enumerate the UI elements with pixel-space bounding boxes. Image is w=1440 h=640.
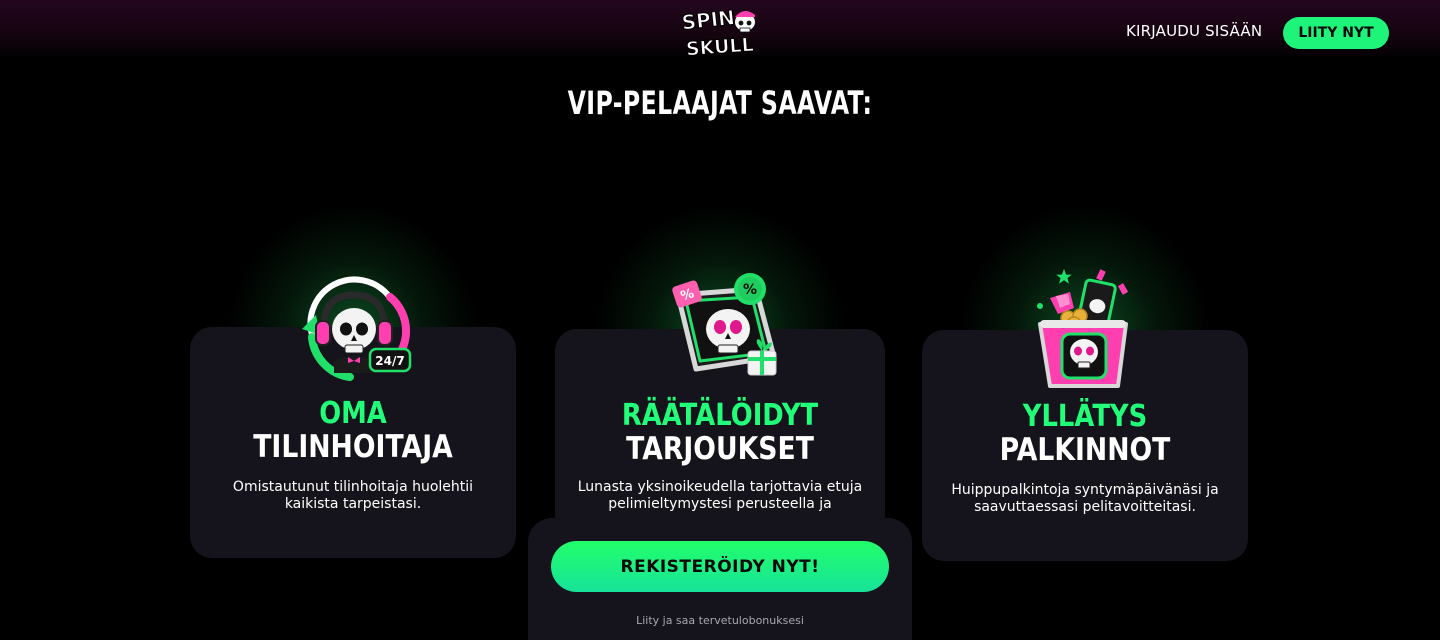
logo-skull-icon xyxy=(735,10,755,33)
register-cta-panel: REKISTERÖIDY NYT! Liity ja saa tervetulo… xyxy=(528,518,912,640)
skull-gift-basket-icon xyxy=(1022,262,1152,392)
skull-offer-tag-icon: % % xyxy=(656,265,786,395)
card-title: TILINHOITAJA xyxy=(253,429,453,465)
spinskull-logo[interactable]: SPIN SKULL xyxy=(678,4,762,62)
cta-subtext: Liity ja saa tervetulobonuksesi xyxy=(636,614,804,627)
card-title-highlight: RÄÄTÄLÖIDYT xyxy=(621,398,819,433)
login-link[interactable]: KIRJAUDU SISÄÄN xyxy=(1126,22,1262,40)
card-title-highlight: YLLÄTYS xyxy=(1022,399,1148,434)
badge-247-text: 24/7 xyxy=(375,354,404,368)
headset-skull-247-icon: 24/7 xyxy=(290,265,420,395)
card-title-highlight: OMA xyxy=(319,396,387,431)
join-now-button[interactable]: LIITY NYT xyxy=(1283,17,1389,49)
svg-text:%: % xyxy=(743,282,757,298)
logo-text-skull: SKULL xyxy=(685,34,754,61)
top-navigation-bar: SPIN SKULL KIRJAUDU SISÄÄN LIITY NYT xyxy=(0,0,1440,62)
logo-text-spin: SPIN xyxy=(681,5,736,34)
card-description: Huippupalkintoja syntymäpäivänäsi ja saa… xyxy=(951,482,1219,515)
card-title: PALKINNOT xyxy=(999,432,1171,468)
card-description: Lunasta yksinoikeudella tarjottavia etuj… xyxy=(577,479,863,512)
card-title: TARJOUKSET xyxy=(626,431,814,467)
section-title: VIP-PELAAJAT SAAVAT: xyxy=(567,84,873,122)
card-description: Omistautunut tilinhoitaja huolehtii kaik… xyxy=(232,479,474,512)
register-now-button[interactable]: REKISTERÖIDY NYT! xyxy=(551,541,889,592)
